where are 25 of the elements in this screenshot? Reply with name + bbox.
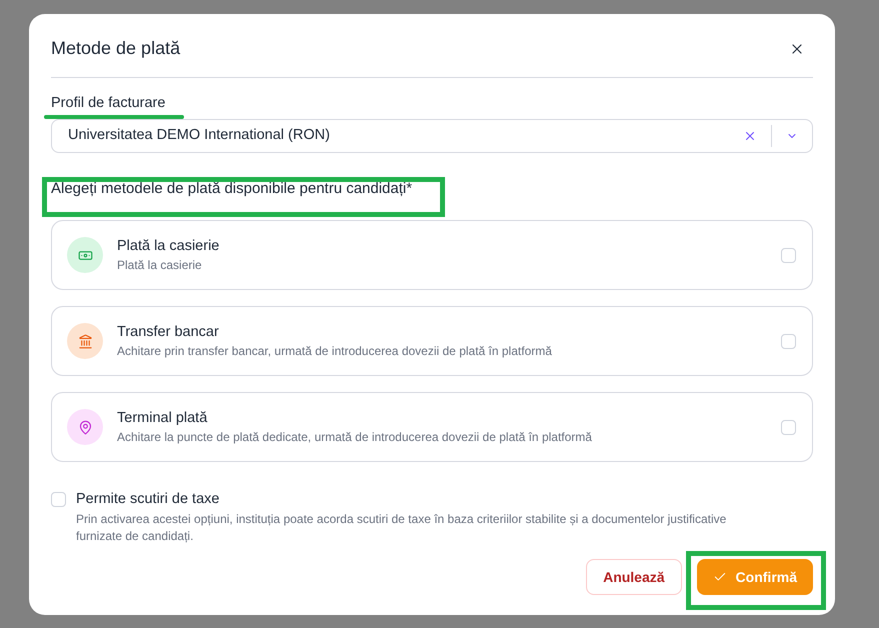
payment-method-card[interactable]: Terminal plată Achitare la puncte de plată dedicate, urmată de introducerea dovezii de plată în platformă	[51, 392, 813, 462]
map-pin-icon	[67, 409, 103, 445]
dialog-title: Metode de plată	[51, 37, 180, 60]
method-checkbox[interactable]	[781, 248, 796, 262]
banknote-icon	[67, 237, 103, 273]
section-heading: Alegeți metodele de plată disponibile pentru candidați*	[51, 182, 412, 196]
method-description: Achitare prin transfer bancar, urmată de introducerea dovezii de plată în platformă	[117, 343, 553, 360]
tax-exemption-description: Prin activarea acestei opțiuni, instituția poate acorda scutiri de taxe în baza criteriilor stabilite și a documentelor justificative furnizate de candidați.	[76, 511, 728, 545]
method-checkbox[interactable]	[781, 420, 796, 434]
clear-icon[interactable]	[743, 129, 757, 143]
cancel-button[interactable]: Anulează	[586, 559, 682, 595]
billing-profile-select[interactable]: Universitatea DEMO International (RON)	[51, 119, 813, 153]
method-checkbox[interactable]	[781, 334, 796, 348]
tax-exemption-checkbox[interactable]	[51, 492, 66, 507]
payment-method-card[interactable]: Plată la casierie Plată la casierie	[51, 220, 813, 290]
method-title: Plată la casierie	[117, 237, 220, 256]
method-description: Plată la casierie	[117, 257, 203, 274]
field-label: Profil de facturare	[51, 94, 166, 113]
tax-exemption-label: Permite scutiri de taxe	[76, 490, 220, 509]
method-title: Transfer bancar	[117, 323, 220, 342]
bank-building-icon	[67, 323, 103, 359]
method-description: Achitare la puncte de plată dedicate, urmată de introducerea dovezii de plată în platformă	[117, 429, 593, 446]
payment-method-card[interactable]: Transfer bancar Achitare prin transfer bancar, urmată de introducerea dovezii de plată în platformă	[51, 306, 813, 376]
method-title: Terminal plată	[117, 409, 208, 428]
select-value: Universitatea DEMO International (RON)	[68, 126, 331, 146]
